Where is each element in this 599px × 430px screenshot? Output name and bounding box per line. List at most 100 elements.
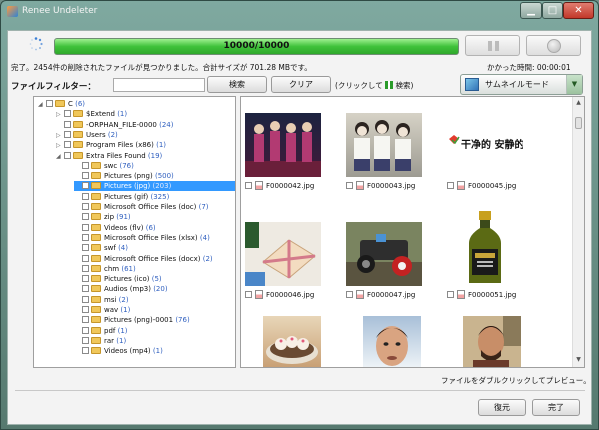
elapsed-label: かかった時間: [487, 63, 535, 72]
thumbnail-checkbox[interactable] [447, 291, 454, 298]
tree-checkbox[interactable] [82, 285, 89, 293]
tree-checkbox[interactable] [82, 203, 89, 210]
view-mode-label: サムネイルモード [485, 80, 549, 89]
tree-checkbox[interactable] [64, 110, 71, 118]
tree-item[interactable]: pdf (1) [74, 326, 128, 336]
tree-item[interactable]: Pictures (gif) (325) [74, 192, 169, 202]
scroll-up-arrow-icon[interactable]: ▲ [574, 99, 583, 108]
thumbnail-checkbox[interactable] [245, 291, 252, 298]
tree-item[interactable]: Pictures (png) (500) [74, 171, 174, 181]
tree-checkbox[interactable] [46, 100, 53, 107]
thumbnail-image[interactable] [263, 316, 321, 367]
pause-button[interactable] [465, 35, 520, 56]
tree-checkbox[interactable] [82, 295, 89, 303]
tree-checkbox[interactable] [64, 120, 71, 128]
tree-item[interactable]: zip (91) [74, 212, 131, 222]
tree-checkbox[interactable] [64, 141, 71, 149]
tree-checkbox[interactable] [82, 161, 89, 169]
thumbnail-checkbox[interactable] [346, 182, 353, 189]
tree-checkbox[interactable] [82, 264, 89, 272]
window-title: Renee Undeleter [22, 6, 98, 16]
tree-item[interactable]: Microsoft Office Files (xlsx) (4) [74, 233, 210, 243]
done-button[interactable]: 完了 [532, 399, 580, 416]
chevron-down-icon[interactable]: ▼ [566, 75, 582, 94]
title-bar[interactable]: Renee Undeleter ▁ □ ✕ [1, 1, 598, 23]
thumbnail-image[interactable] [346, 113, 422, 177]
tree-item[interactable]: ▷ $Extend (1) [56, 109, 127, 119]
tree-item[interactable]: -ORPHAN_FILE-0000 (24) [56, 120, 173, 130]
folder-icon [91, 172, 101, 180]
app-window: Renee Undeleter ▁ □ ✕ 10000/10000 完了。245… [0, 0, 599, 430]
maximize-button[interactable]: □ [542, 2, 563, 19]
tree-item[interactable]: Pictures (jpg) (203) [74, 181, 235, 192]
tree-checkbox[interactable] [82, 192, 89, 200]
tree-item[interactable]: Pictures (png)-0001 (76) [74, 315, 190, 325]
thumbnail-checkbox[interactable] [346, 291, 353, 298]
tree-item[interactable]: swf (4) [74, 243, 128, 253]
scroll-down-arrow-icon[interactable]: ▼ [574, 356, 583, 365]
tree-checkbox[interactable] [82, 275, 89, 283]
tree-item[interactable]: ◢ C (6) [38, 99, 85, 109]
tree-item-count: (24) [159, 120, 174, 129]
tree-checkbox[interactable] [64, 151, 71, 159]
thumbnail-image[interactable] [363, 316, 421, 367]
tree-item[interactable]: Pictures (ico) (5) [74, 274, 162, 284]
thumbnail-image[interactable]: 干净的 安静的 [447, 113, 523, 177]
tree-item-count: (4) [199, 233, 210, 242]
tree-item[interactable]: ◢ Extra Files Found (19) [56, 151, 162, 161]
thumbnail-checkbox[interactable] [245, 182, 252, 189]
scroll-thumb[interactable] [575, 117, 582, 129]
tree-expander-icon[interactable]: ◢ [38, 100, 46, 110]
stop-button[interactable] [526, 35, 581, 56]
folder-icon [91, 326, 101, 334]
tree-item[interactable]: swc (76) [74, 161, 134, 171]
preview-hint: ファイルをダブルクリックしてプレビュー。 [441, 376, 591, 385]
thumbnail-image[interactable] [245, 113, 321, 177]
file-filter-input[interactable] [113, 78, 205, 92]
tree-item-label: pdf [104, 326, 116, 335]
tree-checkbox[interactable] [82, 306, 89, 313]
folder-icon [91, 275, 101, 283]
tree-item[interactable]: Microsoft Office Files (doc) (7) [74, 202, 209, 212]
tree-item[interactable]: Videos (flv) (6) [74, 223, 156, 233]
tree-item[interactable]: ▷ Users (2) [56, 130, 118, 140]
minimize-button[interactable]: ▁ [520, 2, 542, 19]
tree-checkbox[interactable] [82, 326, 89, 334]
thumbnail-image[interactable] [346, 222, 422, 286]
search-button[interactable]: 検索 [207, 76, 267, 93]
restore-button[interactable]: 復元 [478, 399, 526, 416]
tree-item[interactable]: msi (2) [74, 295, 129, 305]
vertical-scrollbar[interactable]: ▲ ▼ [572, 97, 584, 367]
view-mode-dropdown[interactable]: サムネイルモード ▼ [460, 74, 583, 95]
tree-item[interactable]: chm (61) [74, 264, 136, 274]
tree-item[interactable]: rar (1) [74, 336, 126, 346]
tree-item[interactable]: Microsoft Office Files (docx) (2) [74, 254, 213, 264]
tree-checkbox[interactable] [82, 336, 89, 344]
folder-icon [91, 161, 101, 169]
thumbnail-image[interactable] [447, 209, 523, 287]
thumbnail-checkbox[interactable] [447, 182, 454, 189]
tree-checkbox[interactable] [82, 182, 89, 190]
clear-button[interactable]: クリア [271, 76, 331, 93]
thumbnail-image[interactable] [463, 316, 521, 367]
tree-checkbox[interactable] [64, 130, 71, 138]
tree-item-count: (1) [117, 110, 128, 119]
tree-item[interactable]: ▷ Program Files (x86) (1) [56, 140, 166, 150]
close-button[interactable]: ✕ [563, 2, 594, 19]
tree-checkbox[interactable] [82, 244, 89, 252]
folder-icon [73, 130, 83, 138]
tree-checkbox[interactable] [82, 254, 89, 262]
tree-checkbox[interactable] [82, 347, 89, 355]
thumbnail-image[interactable] [245, 222, 321, 286]
tree-item[interactable]: Audios (mp3) (20) [74, 284, 168, 294]
tree-checkbox[interactable] [82, 213, 89, 221]
tree-item[interactable]: wav (1) [74, 305, 130, 315]
tree-item-label: swc [104, 161, 118, 170]
tree-expander-icon[interactable]: ◢ [56, 152, 64, 162]
tree-item-count: (7) [198, 203, 209, 211]
tree-checkbox[interactable] [82, 223, 89, 231]
tree-item[interactable]: Videos (mp4) (1) [74, 346, 163, 356]
tree-checkbox[interactable] [82, 233, 89, 241]
tree-checkbox[interactable] [82, 172, 89, 180]
tree-checkbox[interactable] [82, 316, 89, 324]
